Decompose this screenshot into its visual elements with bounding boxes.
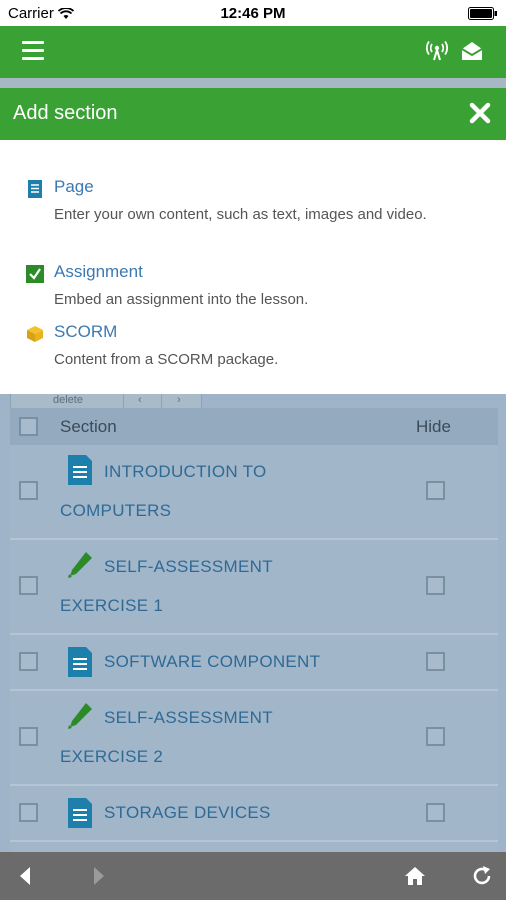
option-page-description: Enter your own content, such as text, im… <box>54 206 427 223</box>
section-title[interactable]: STORAGE DEVICES <box>104 803 271 823</box>
package-cube-icon <box>27 326 43 342</box>
back-arrow-icon[interactable] <box>14 864 38 888</box>
option-page-title[interactable]: Page <box>54 177 94 197</box>
dialog-title: Add section <box>13 102 118 124</box>
table-row[interactable]: SELF-ASSESSMENT EXERCISE 1 <box>10 540 498 635</box>
battery-icon <box>468 7 498 24</box>
section-title[interactable]: SOFTWARE COMPONENT <box>104 652 320 672</box>
pencil-icon <box>68 552 92 578</box>
document-icon <box>68 455 92 485</box>
add-section-dialog-header: Add section <box>0 88 506 140</box>
option-scorm-title[interactable]: SCORM <box>54 322 117 342</box>
home-icon[interactable] <box>403 864 427 888</box>
section-title-continued[interactable]: COMPUTERS <box>60 501 171 521</box>
row-checkbox[interactable] <box>19 481 38 500</box>
document-icon <box>68 647 92 677</box>
table-row[interactable]: SOFTWARE COMPONENT <box>10 635 498 691</box>
hide-checkbox[interactable] <box>426 652 445 671</box>
close-icon[interactable] <box>468 101 492 125</box>
section-title[interactable]: SELF-ASSESSMENT <box>104 708 273 728</box>
app-bar <box>0 26 506 78</box>
hamburger-menu-icon[interactable] <box>22 41 44 60</box>
chevron-right-icon[interactable]: › <box>177 394 181 406</box>
section-title[interactable]: SELF-ASSESSMENT <box>104 557 273 577</box>
column-header-section: Section <box>60 417 117 436</box>
option-assignment-description: Embed an assignment into the lesson. <box>54 291 309 308</box>
mail-icon[interactable] <box>460 40 484 62</box>
row-checkbox[interactable] <box>19 727 38 746</box>
column-header-hide: Hide <box>416 417 451 436</box>
option-assignment-title[interactable]: Assignment <box>54 262 143 282</box>
table-header: Section Hide <box>10 408 498 445</box>
row-checkbox[interactable] <box>19 652 38 671</box>
table-toolbar: delete ‹ › <box>10 394 202 409</box>
hide-checkbox[interactable] <box>426 803 445 822</box>
delete-button[interactable]: delete <box>53 394 83 406</box>
add-section-dialog: Page Enter your own content, such as tex… <box>0 140 506 394</box>
section-title[interactable]: INTRODUCTION TO <box>104 462 267 482</box>
section-title-continued[interactable]: EXERCISE 2 <box>60 747 163 767</box>
document-icon <box>68 798 92 828</box>
toolbar-divider <box>161 394 162 408</box>
option-scorm-description: Content from a SCORM package. <box>54 351 279 368</box>
table-row[interactable]: INTRODUCTION TO COMPUTERS <box>10 445 498 540</box>
bottom-navigation-bar <box>0 852 506 900</box>
table-row[interactable]: SELF-ASSESSMENT EXERCISE 2 <box>10 691 498 786</box>
pencil-icon <box>68 703 92 729</box>
hide-checkbox[interactable] <box>426 576 445 595</box>
broadcast-signal-icon[interactable] <box>426 40 448 62</box>
clock: 12:46 PM <box>220 5 286 22</box>
toolbar-divider <box>123 394 124 408</box>
table-row[interactable]: STORAGE DEVICES <box>10 786 498 842</box>
section-title-continued[interactable]: EXERCISE 1 <box>60 596 163 616</box>
select-all-checkbox[interactable] <box>19 417 38 436</box>
chevron-left-icon[interactable]: ‹ <box>138 394 142 406</box>
divider <box>0 78 506 88</box>
checkbox-checked-icon <box>26 265 44 283</box>
forward-arrow-icon[interactable] <box>86 864 110 888</box>
refresh-icon[interactable] <box>470 864 494 888</box>
status-bar: Carrier 12:46 PM <box>0 0 506 26</box>
row-checkbox[interactable] <box>19 803 38 822</box>
row-checkbox[interactable] <box>19 576 38 595</box>
page-icon <box>28 180 42 198</box>
sections-table: Section Hide INTRODUCTION TO COMPUTERS S… <box>10 408 498 862</box>
hide-checkbox[interactable] <box>426 481 445 500</box>
hide-checkbox[interactable] <box>426 727 445 746</box>
